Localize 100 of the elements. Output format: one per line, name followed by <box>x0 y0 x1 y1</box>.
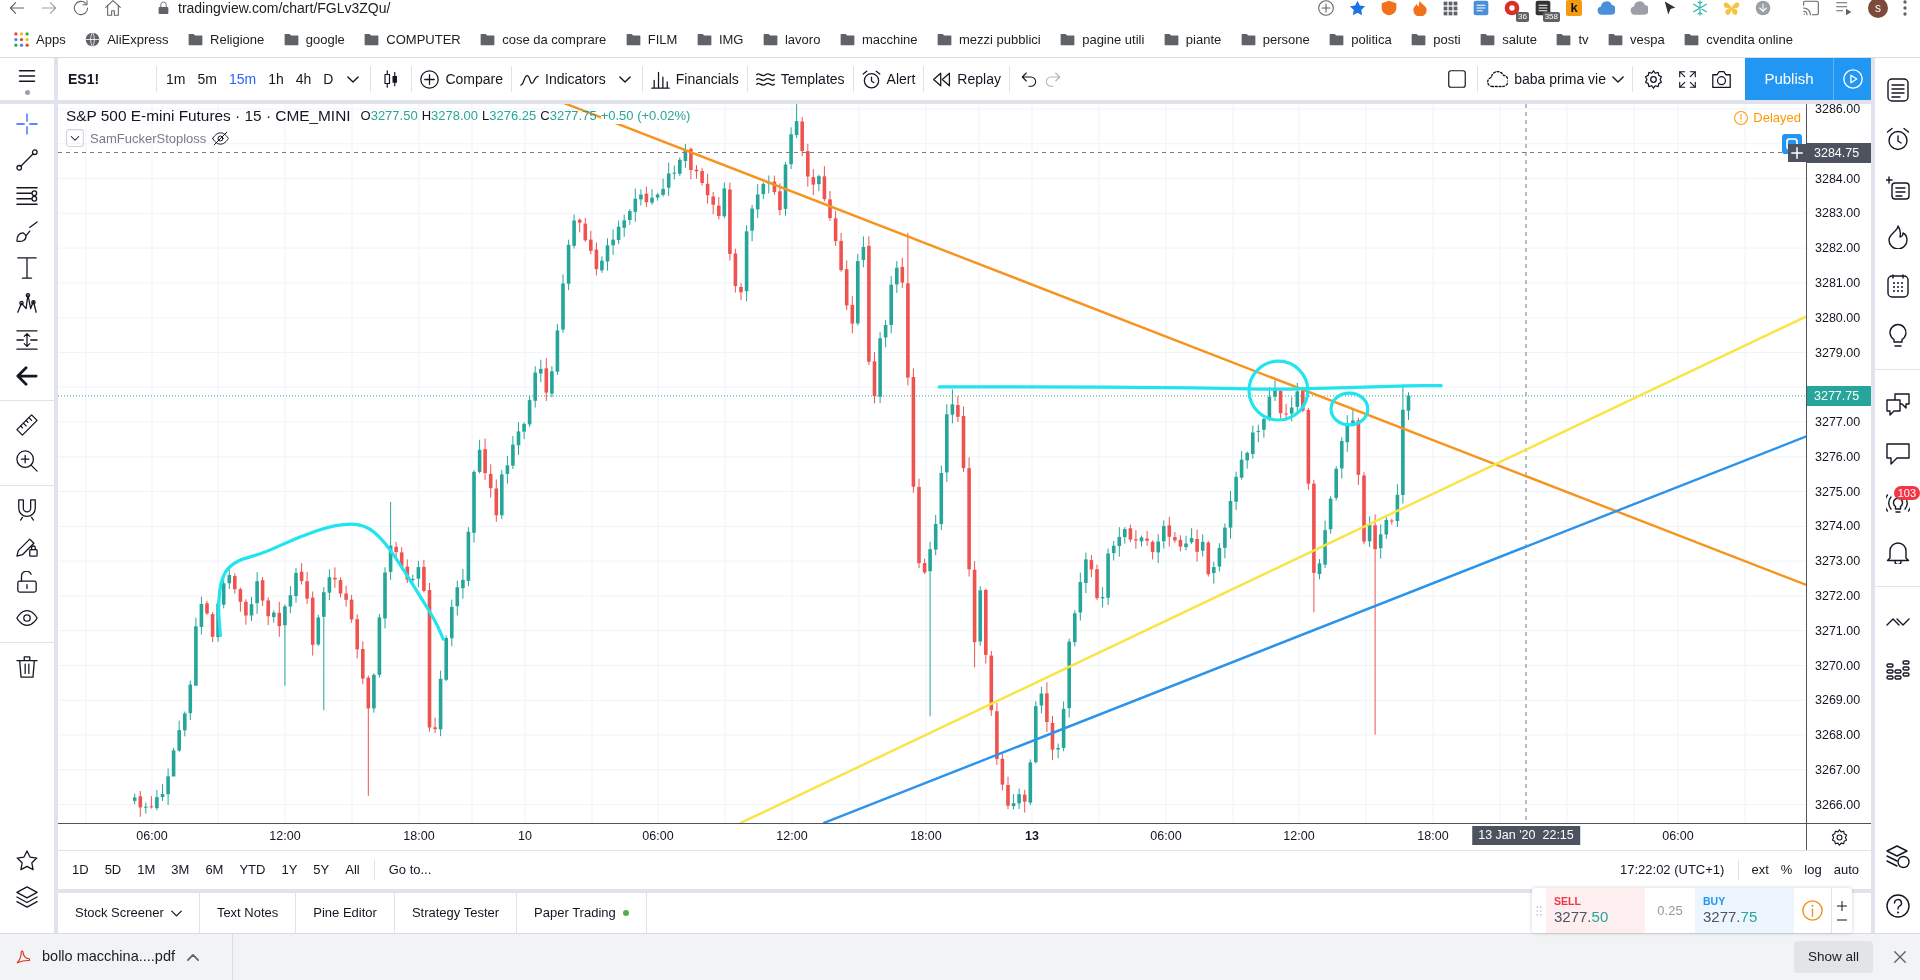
range-button[interactable]: 1D <box>64 858 97 882</box>
pattern-icon[interactable] <box>16 293 38 315</box>
magnet-icon[interactable] <box>16 499 38 521</box>
indicators-button[interactable]: Indicators <box>515 58 611 100</box>
pencil-lock-icon[interactable] <box>16 535 38 557</box>
home-icon[interactable] <box>105 0 121 16</box>
flame-icon[interactable] <box>1885 224 1910 249</box>
download-file-name[interactable]: bollo macchina....pdf <box>42 948 175 966</box>
fullscreen-icon[interactable] <box>1679 70 1696 88</box>
bookmark-link[interactable]: mezzi pubblici <box>931 28 1047 51</box>
cloud-icon[interactable] <box>1630 0 1648 17</box>
camera-icon[interactable] <box>1712 69 1731 89</box>
trash-icon[interactable] <box>16 656 38 678</box>
grip-icon[interactable] <box>1536 903 1542 918</box>
compare-button[interactable]: Compare <box>415 58 508 100</box>
grid-icon[interactable] <box>1443 0 1458 16</box>
minus-icon[interactable] <box>1837 918 1847 921</box>
interval-button[interactable]: 5m <box>191 58 223 100</box>
alert-button[interactable]: Alert <box>856 58 921 100</box>
close-icon[interactable] <box>1893 950 1907 964</box>
bookmark-link[interactable]: tv <box>1550 28 1595 51</box>
line-tool-icon[interactable] <box>16 149 38 171</box>
profile-avatar[interactable]: s <box>1868 0 1888 18</box>
sell-button[interactable]: SELL 3277.50 <box>1546 888 1645 933</box>
zoom-in-icon[interactable] <box>16 450 38 472</box>
dots-grid-icon[interactable] <box>1885 658 1910 683</box>
star-icon[interactable] <box>16 850 38 872</box>
indicator-name[interactable]: SamFuckerStoploss <box>90 130 207 147</box>
measure-lines-icon[interactable] <box>16 329 38 351</box>
buy-button[interactable]: BUY 3277.75 <box>1695 888 1794 933</box>
bookmark-link[interactable]: macchine <box>833 28 924 51</box>
publish-options-button[interactable] <box>1833 58 1871 100</box>
crosshair-icon[interactable] <box>16 113 38 135</box>
range-button[interactable]: 6M <box>197 858 232 882</box>
symbol-button[interactable]: ES1! <box>58 58 153 100</box>
pointer-icon[interactable] <box>1663 1 1677 15</box>
show-all-button[interactable]: Show all <box>1793 940 1873 974</box>
layers-coin-icon[interactable] <box>1885 844 1910 869</box>
extension-icon[interactable] <box>1504 0 1520 16</box>
interval-button[interactable]: D <box>317 58 340 100</box>
shield-icon[interactable] <box>1381 0 1397 16</box>
bookmark-link[interactable]: COMPUTER <box>358 28 467 51</box>
bookmark-link[interactable]: Religione <box>182 28 271 51</box>
alarm-clock-icon[interactable] <box>1885 126 1910 151</box>
settings-icon[interactable] <box>1830 828 1848 846</box>
caret-icon[interactable] <box>618 75 631 83</box>
ruler-icon[interactable] <box>16 414 38 436</box>
bookmark-link[interactable]: FILM <box>619 28 684 51</box>
bookmark-link[interactable]: lavoro <box>756 28 827 51</box>
settings-icon[interactable] <box>1644 69 1663 89</box>
caret-icon[interactable] <box>347 75 360 83</box>
back-icon[interactable] <box>9 0 25 16</box>
plus-icon[interactable] <box>1837 900 1847 911</box>
bookmark-link[interactable]: cvendita online <box>1678 28 1799 51</box>
star-icon[interactable] <box>1349 0 1366 17</box>
scale-option-button[interactable]: ext <box>1745 858 1775 882</box>
address-field[interactable]: tradingview.com/chart/FGLv3ZQu/ <box>178 0 598 17</box>
bell-icon[interactable] <box>1885 539 1910 564</box>
extension-icon[interactable] <box>1535 0 1551 16</box>
interval-button[interactable]: 1m <box>160 58 192 100</box>
parallel-lines-icon[interactable] <box>16 185 38 207</box>
range-button[interactable]: 5D <box>96 858 130 882</box>
interval-button[interactable]: 4h <box>289 58 318 100</box>
brush-icon[interactable] <box>16 221 38 243</box>
menu-icon[interactable] <box>17 67 37 85</box>
arrow-left-icon[interactable] <box>16 365 38 387</box>
eye-icon[interactable] <box>16 607 38 629</box>
help-icon[interactable] <box>1885 893 1910 918</box>
caret-up-icon[interactable] <box>187 953 199 961</box>
list-icon[interactable] <box>1885 77 1910 102</box>
layers-icon[interactable] <box>16 886 38 908</box>
bookmark-link[interactable]: persone <box>1234 28 1316 51</box>
add-circle-icon[interactable] <box>1318 0 1334 16</box>
more-icon[interactable] <box>1903 0 1907 16</box>
download-icon[interactable] <box>1755 0 1771 16</box>
interval-button[interactable]: 1h <box>262 58 290 100</box>
pdf-icon[interactable] <box>16 950 30 964</box>
playlist-icon[interactable] <box>1835 0 1853 16</box>
chevron-down-icon[interactable] <box>66 129 84 148</box>
unlock-icon[interactable] <box>16 571 38 593</box>
scale-option-button[interactable]: auto <box>1827 858 1865 882</box>
go-to-button[interactable]: Go to... <box>380 858 440 882</box>
bookmark-link[interactable]: AliExpress <box>79 28 175 51</box>
bookmark-link[interactable]: Apps <box>8 28 72 51</box>
bookmark-link[interactable]: cose da comprare <box>474 28 613 51</box>
range-button[interactable]: 3M <box>163 858 198 882</box>
bookmark-link[interactable]: google <box>277 28 351 51</box>
eye-off-icon[interactable] <box>212 130 230 147</box>
bookmark-link[interactable]: IMG <box>690 28 750 51</box>
bookmark-link[interactable]: vespa <box>1602 28 1671 51</box>
range-button[interactable]: YTD <box>231 858 274 882</box>
text-tool-icon[interactable] <box>16 257 38 279</box>
bookmark-link[interactable]: posti <box>1405 28 1467 51</box>
bookmark-link[interactable]: salute <box>1474 28 1543 51</box>
range-button[interactable]: 5Y <box>305 858 338 882</box>
checkbox-icon[interactable] <box>1448 70 1467 88</box>
undo-icon[interactable] <box>1020 71 1037 87</box>
bookmark-link[interactable]: piante <box>1157 28 1228 51</box>
watchlist-icon[interactable] <box>1885 175 1910 200</box>
chat-bubbles-icon[interactable] <box>1885 392 1910 417</box>
